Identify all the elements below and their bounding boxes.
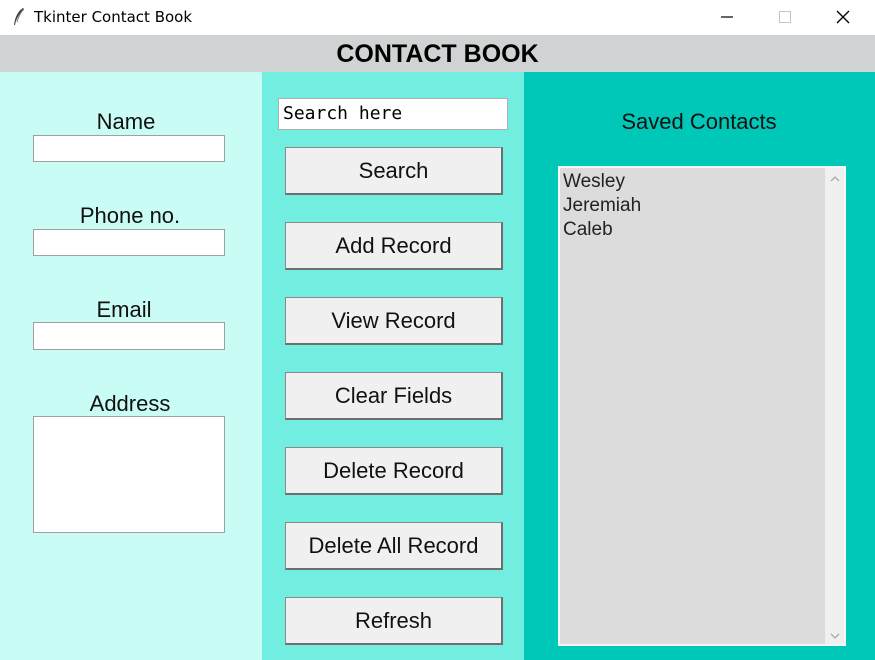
clear-fields-button[interactable]: Clear Fields <box>285 372 503 420</box>
delete-all-record-button[interactable]: Delete All Record <box>285 522 503 570</box>
contacts-scrollbar[interactable] <box>825 168 844 644</box>
list-item[interactable]: Jeremiah <box>562 194 824 218</box>
view-record-button[interactable]: View Record <box>285 297 503 345</box>
maximize-icon <box>778 10 792 24</box>
feather-icon <box>8 6 30 28</box>
list-item[interactable]: Caleb <box>562 218 824 242</box>
scroll-up-button[interactable] <box>825 168 844 187</box>
search-button[interactable]: Search <box>285 147 503 195</box>
close-button[interactable] <box>814 0 872 33</box>
email-field[interactable] <box>33 322 225 350</box>
window-titlebar: Tkinter Contact Book <box>0 0 875 35</box>
phone-label: Phone no. <box>79 203 181 228</box>
address-label: Address <box>89 391 171 416</box>
address-textarea[interactable] <box>33 416 225 533</box>
contacts-listbox[interactable]: Wesley Jeremiah Caleb <box>558 166 846 646</box>
chevron-down-icon <box>830 626 840 644</box>
minimize-icon <box>720 10 734 24</box>
search-input[interactable]: Search here <box>278 98 508 130</box>
add-record-button[interactable]: Add Record <box>285 222 503 270</box>
scroll-down-button[interactable] <box>825 625 844 644</box>
contacts-list: Wesley Jeremiah Caleb <box>562 170 824 242</box>
chevron-up-icon <box>830 169 840 187</box>
phone-field[interactable] <box>33 229 225 256</box>
delete-record-button[interactable]: Delete Record <box>285 447 503 495</box>
refresh-button[interactable]: Refresh <box>285 597 503 645</box>
name-field[interactable] <box>33 135 225 162</box>
name-label: Name <box>96 109 156 134</box>
close-icon <box>836 10 850 24</box>
minimize-button[interactable] <box>698 0 756 33</box>
email-label: Email <box>96 297 152 322</box>
list-item[interactable]: Wesley <box>562 170 824 194</box>
page-title: CONTACT BOOK <box>336 40 539 68</box>
maximize-button[interactable] <box>756 0 814 33</box>
window-title: Tkinter Contact Book <box>34 8 193 26</box>
saved-contacts-title: Saved Contacts <box>621 109 777 134</box>
